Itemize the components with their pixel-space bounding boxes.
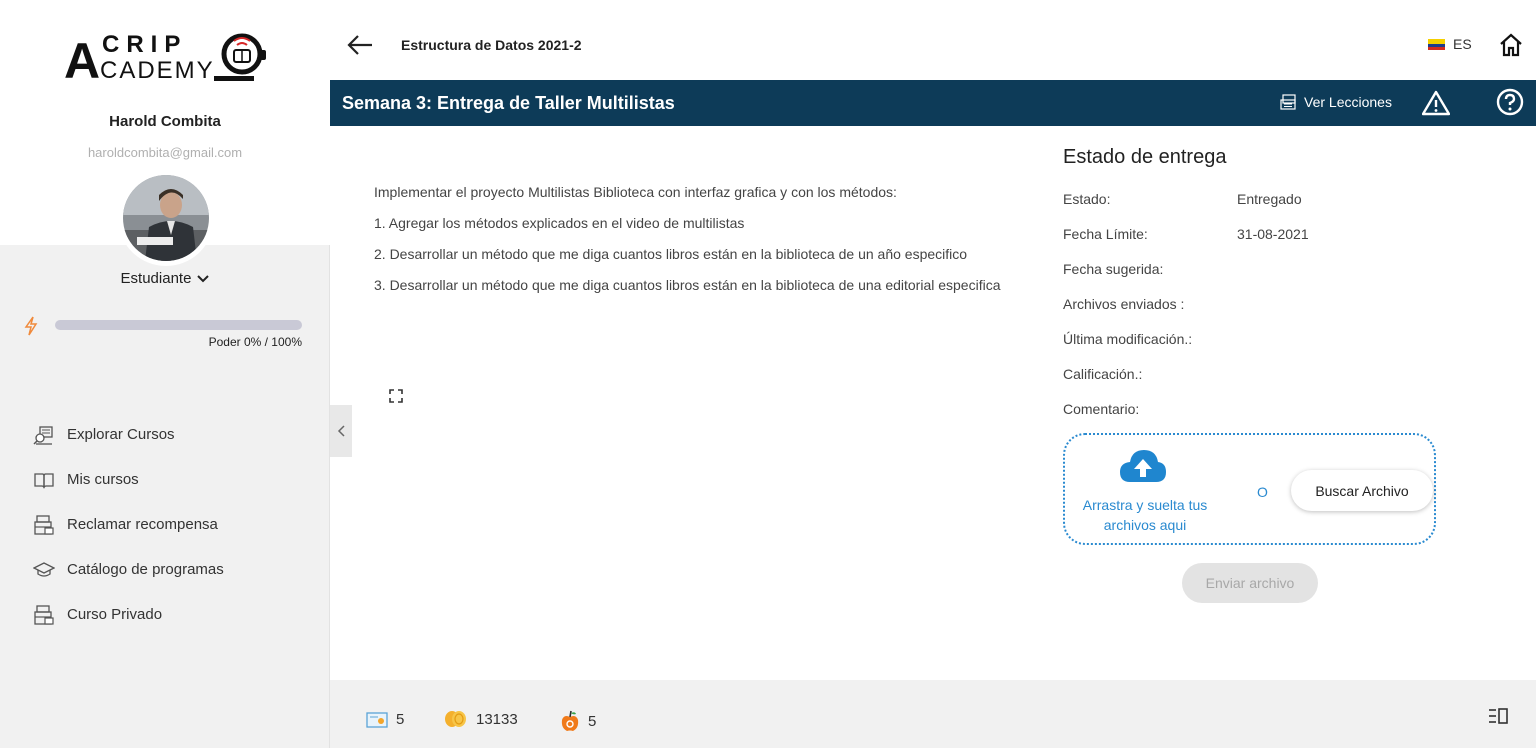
avatar-photo [123,175,209,261]
power-progress-bar [55,320,302,330]
status-key: Fecha Límite: [1063,225,1148,242]
sidebar-nav: Explorar Cursos Mis cursos Reclamar reco… [33,412,323,637]
book-icon [34,472,54,489]
status-key: Estado: [1063,190,1111,207]
sidebar-item-explorar-cursos[interactable]: Explorar Cursos [33,412,323,457]
chevron-left-icon [337,425,345,437]
status-row: Estado: Entregado [1063,181,1443,216]
apples-stat: 5 [560,710,596,732]
sidebar-item-label: Catálogo de programas [67,561,224,578]
sidebar-item-label: Explorar Cursos [67,426,175,443]
sidebar-item-reclamar-recompensa[interactable]: Reclamar recompensa [33,502,323,547]
status-row: Fecha Límite: 31-08-2021 [1063,216,1443,251]
chevron-down-icon [197,274,210,282]
cloud-upload-icon [1120,450,1166,482]
status-key: Archivos enviados : [1063,295,1185,312]
sidebar-item-mis-cursos[interactable]: Mis cursos [33,457,323,502]
status-key: Fecha sugerida: [1063,260,1164,277]
avatar[interactable] [118,170,214,266]
svg-text:A: A [64,33,100,88]
send-file-button[interactable]: Enviar archivo [1182,563,1318,603]
lesson-banner: Semana 3: Entrega de Taller Multilistas … [330,80,1536,126]
certificates-stat: 5 [366,710,404,728]
svg-text:CADEMY: CADEMY [100,57,215,84]
browse-file-button[interactable]: Buscar Archivo [1291,470,1433,511]
home-icon[interactable] [1499,33,1523,57]
footer-stats: 5 13133 5 [330,680,1536,748]
power-label: Poder 0% / 100% [208,335,302,349]
certificate-icon [366,712,388,728]
task-description: Implementar el proyecto Multilistas Bibl… [374,183,1014,307]
sidebar-item-label: Reclamar recompensa [67,516,218,533]
fullscreen-icon[interactable] [389,389,403,403]
status-row: Archivos enviados : [1063,286,1443,321]
stat-value: 5 [588,712,597,730]
dropzone-text: Arrastra y suelta tus archivos aqui [1082,497,1208,533]
back-arrow-icon[interactable] [346,32,374,58]
language-label: ES [1453,36,1472,52]
top-bar: Estructura de Datos 2021-2 ES [330,0,1536,80]
svg-text:CRIP: CRIP [102,31,187,58]
status-value: Entregado [1237,190,1302,207]
role-selector[interactable]: Estudiante [0,270,330,287]
status-key: Calificación.: [1063,365,1143,382]
page-title: Semana 3: Entrega de Taller Multilistas [342,93,675,113]
status-row: Calificación.: [1063,356,1443,391]
task-paragraph: 2. Desarrollar un método que me diga cua… [374,246,968,262]
task-paragraph: Implementar el proyecto Multilistas Bibl… [374,184,897,200]
submission-title: Estado de entrega [1063,146,1227,168]
view-lessons-label: Ver Lecciones [1304,94,1392,110]
user-email: haroldcombita@gmail.com [87,145,243,160]
or-separator: O [1257,484,1268,500]
help-icon[interactable] [1496,88,1524,116]
brand-logo: A CRIP CADEMY [64,31,266,88]
lessons-icon [1280,94,1296,110]
view-lessons-button[interactable]: Ver Lecciones [1280,94,1392,110]
lightning-icon [24,316,38,336]
explore-courses-icon [33,425,53,445]
task-paragraph: 1. Agregar los métodos explicados en el … [374,215,745,231]
sidebar-item-label: Mis cursos [67,471,139,488]
colombia-flag-icon [1428,38,1445,50]
sidebar-item-catalogo-de-programas[interactable]: Catálogo de programas [33,547,323,592]
task-paragraph: 3. Desarrollar un método que me diga cua… [374,277,1001,293]
sidebar-item-label: Curso Privado [67,606,163,623]
status-key: Comentario: [1063,400,1140,417]
status-row: Última modificación.: [1063,321,1443,356]
warning-icon[interactable] [1422,90,1450,116]
apple-icon [561,710,579,731]
user-name: Harold Combita [109,113,221,130]
panel-menu-icon[interactable] [1488,708,1508,724]
sidebar: A CRIP CADEMY Harold Combita haroldcombi… [0,0,330,748]
course-title: Estructura de Datos 2021-2 [401,37,582,53]
status-key: Última modificación.: [1063,330,1193,347]
reward-icon [34,514,54,535]
private-course-icon [34,604,54,625]
status-value: 31-08-2021 [1237,225,1309,242]
coins-icon [445,711,466,727]
status-row: Comentario: [1063,391,1443,426]
sidebar-item-curso-privado[interactable]: Curso Privado [33,592,323,637]
language-selector[interactable]: ES [1428,36,1472,52]
role-label: Estudiante [120,270,192,287]
submission-status: Estado de entrega Estado: Entregado Fech… [1063,146,1443,426]
stat-value: 5 [396,710,405,728]
coins-stat: 13133 [444,710,518,728]
collapse-sidebar-button[interactable] [330,405,352,457]
status-row: Fecha sugerida: [1063,251,1443,286]
graduation-cap-icon [33,561,55,577]
stat-value: 13133 [476,710,518,728]
